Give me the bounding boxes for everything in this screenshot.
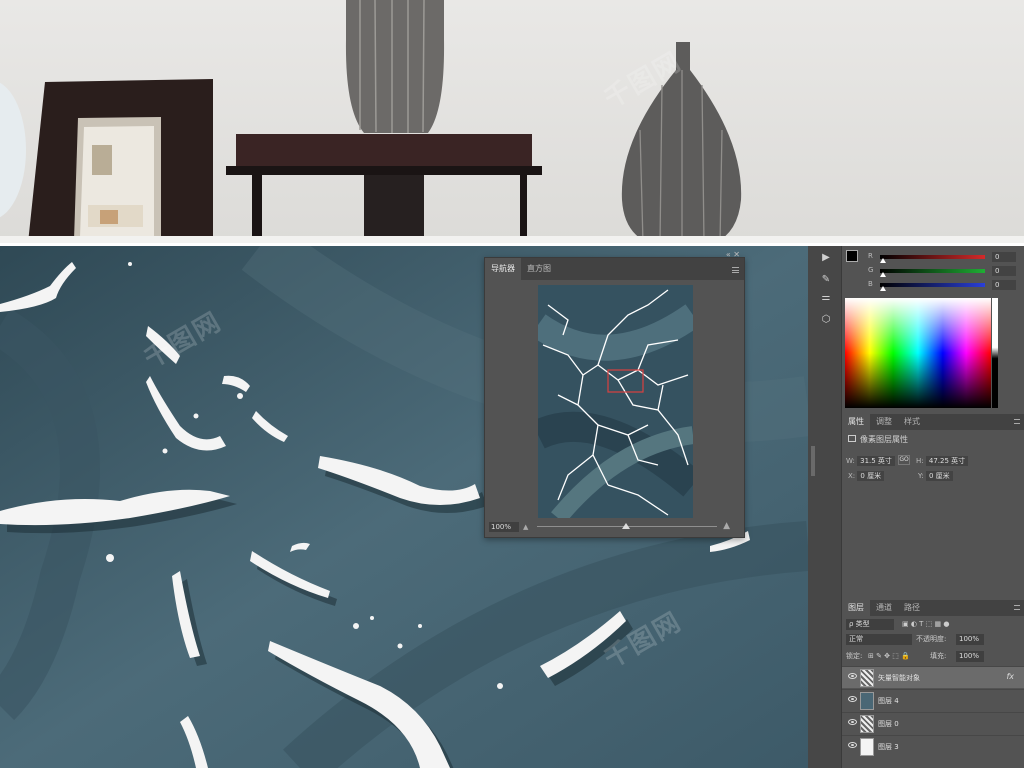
play-icon[interactable]: ▶ <box>820 252 832 264</box>
layer-name[interactable]: 图层 4 <box>878 696 899 706</box>
layers-tabs: 图层 通道 路径 <box>842 600 1024 616</box>
right-panel-dock: ▶ ✎ ⚌ ⬡ R 0 G 0 B 0 属性 调整 样式 像素图层属性 W: 3… <box>808 246 1024 768</box>
red-channel-row[interactable]: R 0 <box>868 252 1018 263</box>
green-channel-bar[interactable] <box>880 269 985 273</box>
width-label: W: <box>846 457 855 465</box>
sliders-icon[interactable]: ⚌ <box>820 292 832 304</box>
zoom-out-icon[interactable]: ▲ <box>523 523 528 531</box>
layer-row[interactable]: 图层 4 <box>842 689 1024 711</box>
layer-filter-row: ρ 类型 ▣ ◐ T ⬚ ▦ ● <box>842 619 1024 632</box>
green-channel-knob[interactable] <box>880 272 886 277</box>
tab-properties[interactable]: 属性 <box>842 414 870 430</box>
properties-menu-icon[interactable] <box>1014 419 1020 424</box>
navigator-tabs: 导航器 直方图 <box>485 258 744 280</box>
navigator-panel[interactable]: 导航器 直方图 « ✕ 100% ▲ ▲ <box>484 250 745 538</box>
panel-icon-strip: ▶ ✎ ⚌ ⬡ <box>808 246 842 768</box>
color-panel[interactable]: R 0 G 0 B 0 <box>842 246 1024 414</box>
room-illustration <box>0 0 742 244</box>
tab-paths[interactable]: 路径 <box>898 600 926 616</box>
properties-tabs: 属性 调整 样式 <box>842 414 1024 430</box>
blue-channel-knob[interactable] <box>880 286 886 291</box>
height-value[interactable]: 47.25 英寸 <box>925 456 969 466</box>
room-floor-line <box>0 236 1024 243</box>
green-channel-value[interactable]: 0 <box>992 266 1016 276</box>
x-value[interactable]: 0 厘米 <box>857 471 885 481</box>
y-field[interactable]: Y: 0 厘米 <box>918 471 953 481</box>
width-value[interactable]: 31.5 英寸 <box>857 456 895 466</box>
lock-row: 锁定: ⊞ ✎ ✥ ⬚ 🔒 填充: 100% <box>842 651 1024 664</box>
opacity-label: 不透明度: <box>916 635 947 643</box>
layer-thumbnail <box>860 738 874 756</box>
layer-row[interactable]: 图层 0 <box>842 712 1024 734</box>
layer-thumbnail <box>860 715 874 733</box>
x-label: X: <box>848 472 856 480</box>
zoom-value-field[interactable]: 100% <box>489 522 519 532</box>
tab-navigator[interactable]: 导航器 <box>485 258 521 280</box>
blend-mode-select[interactable]: 正常 <box>846 634 912 645</box>
cube-icon[interactable]: ⬡ <box>820 314 832 326</box>
blue-channel-label: B <box>868 280 873 288</box>
red-channel-bar[interactable] <box>880 255 985 259</box>
y-label: Y: <box>918 472 924 480</box>
red-channel-knob[interactable] <box>880 258 886 263</box>
brightness-bar[interactable] <box>992 298 998 408</box>
blue-channel-row[interactable]: B 0 <box>868 280 1018 291</box>
visibility-eye-icon[interactable] <box>848 696 857 702</box>
fill-label: 填充: <box>930 652 947 660</box>
room-preview-photo <box>0 0 1024 246</box>
layer-thumbnail <box>860 692 874 710</box>
brush-icon[interactable]: ✎ <box>820 274 832 286</box>
link-dimensions-button[interactable]: GO <box>898 455 910 465</box>
lock-icons[interactable]: ⊞ ✎ ✥ ⬚ 🔒 <box>868 651 910 662</box>
layer-name[interactable]: 矢量智能对象 <box>878 673 920 683</box>
red-channel-value[interactable]: 0 <box>992 252 1016 262</box>
navigator-thumbnail[interactable] <box>538 285 693 518</box>
panel-collapse-icon[interactable]: « ✕ <box>726 250 740 259</box>
opacity-value[interactable]: 100% <box>956 634 984 645</box>
blend-row: 正常 不透明度: 100% <box>842 634 1024 647</box>
tab-layers[interactable]: 图层 <box>842 600 870 616</box>
color-spectrum[interactable] <box>845 298 991 408</box>
lock-label: 锁定: <box>846 652 863 660</box>
height-field[interactable]: H: 47.25 英寸 <box>916 456 969 466</box>
red-channel-label: R <box>868 252 873 260</box>
layer-name[interactable]: 图层 3 <box>878 742 899 752</box>
layers-menu-icon[interactable] <box>1014 605 1020 610</box>
filter-icons[interactable]: ▣ ◐ T ⬚ ▦ ● <box>902 619 949 630</box>
tab-histogram[interactable]: 直方图 <box>521 258 557 280</box>
x-field[interactable]: X: 0 厘米 <box>848 471 885 481</box>
foreground-color-swatch[interactable] <box>846 250 858 262</box>
layer-name[interactable]: 图层 0 <box>878 719 899 729</box>
layer-thumbnail <box>860 669 874 687</box>
pixel-layer-icon <box>848 435 856 442</box>
layer-filter-select[interactable]: ρ 类型 <box>846 619 894 630</box>
width-field[interactable]: W: 31.5 英寸 <box>846 456 895 466</box>
visibility-eye-icon[interactable] <box>848 742 857 748</box>
zoom-in-icon[interactable]: ▲ <box>723 521 730 531</box>
layer-row[interactable]: 图层 3 <box>842 735 1024 757</box>
panel-menu-icon[interactable] <box>732 267 739 273</box>
screenshot-root: 千图网 千图网 千图网 导航器 直方图 « ✕ <box>0 0 1024 768</box>
layer-row[interactable]: 矢量智能对象 fx <box>842 666 1024 688</box>
blue-channel-bar[interactable] <box>880 283 985 287</box>
tab-styles[interactable]: 样式 <box>898 414 926 430</box>
y-value[interactable]: 0 厘米 <box>925 471 953 481</box>
height-label: H: <box>916 457 924 465</box>
zoom-slider-knob[interactable] <box>622 523 630 529</box>
tab-channels[interactable]: 通道 <box>870 600 898 616</box>
green-channel-label: G <box>868 266 874 274</box>
panel-scrollbar[interactable] <box>811 446 815 476</box>
visibility-eye-icon[interactable] <box>848 673 857 679</box>
visibility-eye-icon[interactable] <box>848 719 857 725</box>
tab-adjustments[interactable]: 调整 <box>870 414 898 430</box>
navigator-preview-image <box>538 285 693 518</box>
blue-channel-value[interactable]: 0 <box>992 280 1016 290</box>
layer-effects-icon[interactable]: fx <box>1006 672 1014 681</box>
fill-value[interactable]: 100% <box>956 651 984 662</box>
properties-title: 像素图层属性 <box>860 435 908 444</box>
green-channel-row[interactable]: G 0 <box>868 266 1018 277</box>
